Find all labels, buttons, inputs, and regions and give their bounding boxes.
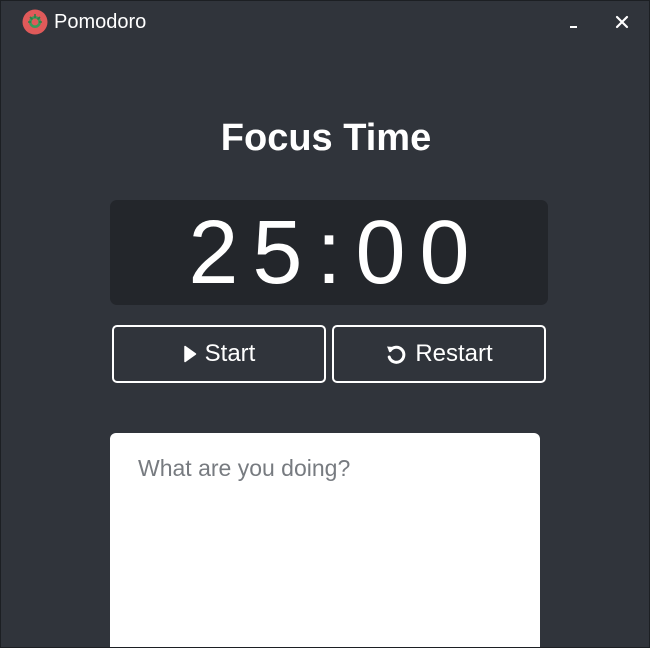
minimize-icon [570,26,577,28]
timer-value: 25:00 [188,202,484,303]
page-title: Focus Time [220,117,432,159]
restart-icon [385,343,407,365]
restart-label: Restart [415,340,493,367]
close-icon [615,15,629,29]
start-button[interactable]: Start [112,325,326,383]
start-label: Start [204,340,256,367]
timer-display: 25:00 [110,200,548,305]
title-bar: Pomodoro [1,1,649,41]
task-notes-input[interactable] [110,433,540,647]
play-icon [183,345,197,363]
restart-button[interactable]: Restart [332,325,546,383]
close-button[interactable] [609,9,635,35]
app-title: Pomodoro [54,11,147,33]
tomato-icon [22,9,48,35]
pomodoro-window: Pomodoro Focus Time 25:00 Start Restart … [0,0,650,648]
minimize-button[interactable] [561,9,587,35]
